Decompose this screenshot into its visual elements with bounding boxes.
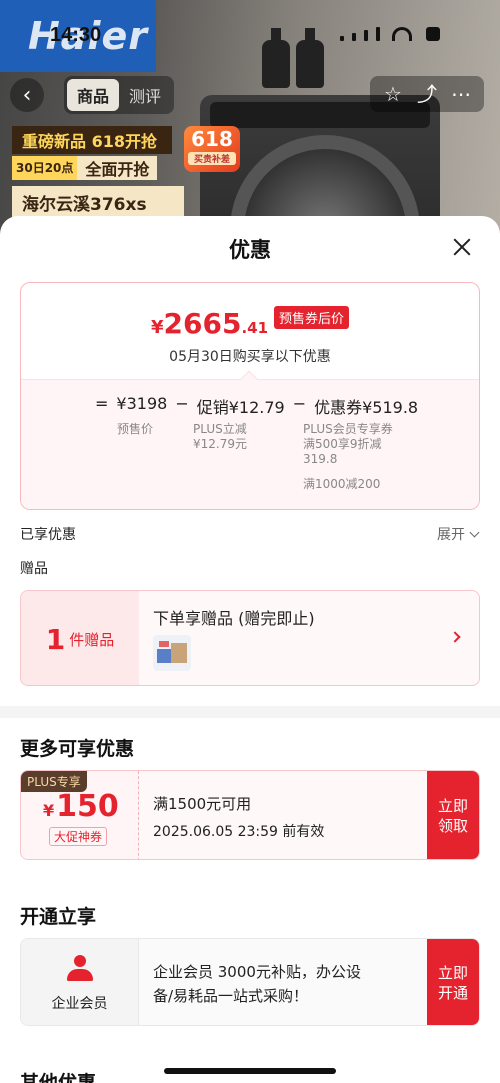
back-button[interactable]: ‹ [10, 78, 44, 112]
gift-count: 1 [45, 622, 66, 656]
coupon-detail-line: PLUS会员专享券 [303, 422, 393, 436]
open-membership-label: 立即开通 [437, 964, 468, 1002]
other-offers-title: 其他优惠 [20, 1072, 97, 1083]
promo-detail: PLUS立减 ¥12.79元 [193, 422, 247, 452]
breakdown-equation: = ¥3198 − 促销¥12.79 − 优惠券¥519.8 [95, 394, 426, 418]
star-icon[interactable]: ☆ [378, 80, 408, 108]
coupon-type: 大促神券 [49, 827, 108, 846]
claim-coupon-button[interactable]: 立即领取 [427, 771, 479, 859]
section-divider [0, 706, 500, 718]
top-nav: ‹ 商品 测评 [10, 76, 175, 114]
gift-card[interactable]: 1 件赠品 下单享赠品 (赠完即止) [20, 590, 480, 686]
coupon-value-box: PLUS专享 ¥ 150 大促神券 [21, 771, 139, 859]
thumb-shape [159, 641, 169, 647]
bottle-image [296, 28, 324, 88]
member-desc-line1: 企业会员 3000元补贴，办公设 [153, 963, 361, 981]
discount-sheet: 优惠 ¥ 2665 .41 预售券后价 05月30日购买享以下优惠 = ¥319… [0, 216, 500, 1083]
promo-date: 30日20点 [12, 156, 78, 180]
gift-title: 下单享赠品 (赠完即止) [153, 609, 315, 628]
price-tag: 预售券后价 [274, 306, 350, 329]
expand-button[interactable]: 展开 [437, 524, 480, 544]
gift-section-label: 赠品 [20, 561, 48, 577]
promo-banner: 重磅新品 618开抢 30日20点 全面开抢 海尔云溪376xs [12, 126, 184, 219]
coupon-value: 150 [56, 789, 119, 824]
equals-sign: = [95, 394, 109, 413]
expand-label: 展开 [437, 527, 465, 543]
person-icon [67, 955, 93, 983]
coupon-amount: ¥ 150 [43, 789, 119, 824]
base-price-label: 预售价 [117, 422, 154, 436]
tab-product[interactable]: 商品 [67, 79, 120, 111]
member-desc-line2: 备/易耗品一站式采购！ [153, 987, 309, 1005]
open-membership-button[interactable]: 立即开通 [427, 939, 479, 1025]
currency-symbol: ¥ [150, 317, 164, 338]
price-integer: 2665 [163, 307, 242, 340]
member-label: 企业会员 [51, 996, 108, 1012]
coupon-detail-line: 满1000减200 [303, 477, 381, 491]
promo-open-label: 全面开抢 [77, 156, 158, 180]
final-price: ¥ 2665 .41 预售券后价 [21, 283, 479, 340]
enjoyed-label: 已享优惠 [20, 527, 76, 543]
status-icons [340, 27, 440, 41]
claim-coupon-label: 立即领取 [437, 797, 468, 835]
product-name: 海尔云溪376xs [12, 186, 184, 219]
bottle-image [262, 28, 290, 88]
promo-618-badge: 618 买贵补差 [184, 126, 240, 172]
badge-sub: 买贵补差 [188, 152, 236, 165]
wifi-icon [392, 27, 412, 41]
badge-number: 618 [191, 127, 233, 151]
chevron-left-icon: ‹ [22, 82, 32, 108]
signal-icon [376, 27, 380, 41]
price-summary-card: ¥ 2665 .41 预售券后价 05月30日购买享以下优惠 = ¥3198 −… [20, 282, 480, 510]
home-indicator[interactable] [164, 1068, 336, 1074]
coupon-discount: 优惠券¥519.8 [314, 398, 419, 417]
member-card: 企业会员 企业会员 3000元补贴，办公设 备/易耗品一站式采购！ 立即开通 [20, 938, 480, 1026]
status-time: 14:30 [50, 24, 102, 46]
person-icon-head [74, 955, 86, 967]
tab-reviews[interactable]: 测评 [119, 79, 171, 111]
promo-discount: 促销¥12.79 [196, 398, 285, 417]
battery-icon [426, 27, 440, 41]
signal-icon [340, 36, 344, 41]
chevron-right-icon [449, 631, 461, 643]
signal-icon [364, 30, 368, 41]
more-icon[interactable]: ⋯ [446, 80, 476, 108]
price-breakdown: = ¥3198 − 促销¥12.79 − 优惠券¥519.8 预售价 PLUS立… [21, 379, 479, 509]
price-subtitle: 05月30日购买享以下优惠 [169, 349, 331, 365]
close-icon[interactable] [448, 234, 476, 262]
minus-sign: − [175, 394, 189, 413]
nav-tabs: 商品 测评 [64, 76, 175, 114]
gift-thumbnail [153, 635, 191, 671]
sheet-title: 优惠 [229, 238, 271, 262]
open-benefits-title: 开通立享 [20, 906, 97, 928]
base-price: ¥3198 [116, 394, 168, 413]
promo-date-row: 30日20点 全面开抢 [12, 156, 172, 180]
coupon-expiry: 2025.06.05 23:59 前有效 [153, 824, 325, 840]
coupon-detail: PLUS会员专享券 满500享9折减 319.8 满1000减200 [303, 422, 393, 492]
price-decimal: .41 [241, 319, 269, 337]
promo-headline: 重磅新品 618开抢 [12, 126, 172, 154]
nav-actions: ☆ ⤴ ⋯ [370, 76, 484, 112]
more-offers-title: 更多可享优惠 [20, 738, 135, 760]
coupon-detail-line: 319.8 [303, 452, 338, 466]
gift-count-box: 1 件赠品 [21, 591, 139, 685]
coupon-condition: 满1500元可用 [153, 795, 252, 813]
chevron-down-icon [469, 527, 480, 538]
price-top: ¥ 2665 .41 预售券后价 05月30日购买享以下优惠 [21, 283, 479, 381]
promo-detail-line: PLUS立减 [193, 422, 247, 436]
thumb-shape [157, 649, 171, 663]
signal-icon [352, 33, 356, 41]
promo-detail-line: ¥12.79元 [193, 437, 247, 451]
person-icon-body [67, 969, 93, 981]
product-page-background: Haier 14:30 ‹ 商品 测评 ☆ ⤴ ⋯ 重磅新品 618开抢 30日… [0, 0, 500, 240]
currency-symbol: ¥ [43, 801, 55, 820]
thumb-shape [171, 643, 187, 663]
coupon-detail-line: 满500享9折减 [303, 437, 382, 451]
minus-sign: − [292, 394, 307, 413]
gift-unit: 件赠品 [69, 630, 115, 649]
share-icon[interactable]: ⤴ [412, 80, 442, 108]
member-box: 企业会员 [21, 939, 139, 1025]
coupon-card: PLUS专享 ¥ 150 大促神券 满1500元可用 2025.06.05 23… [20, 770, 480, 860]
